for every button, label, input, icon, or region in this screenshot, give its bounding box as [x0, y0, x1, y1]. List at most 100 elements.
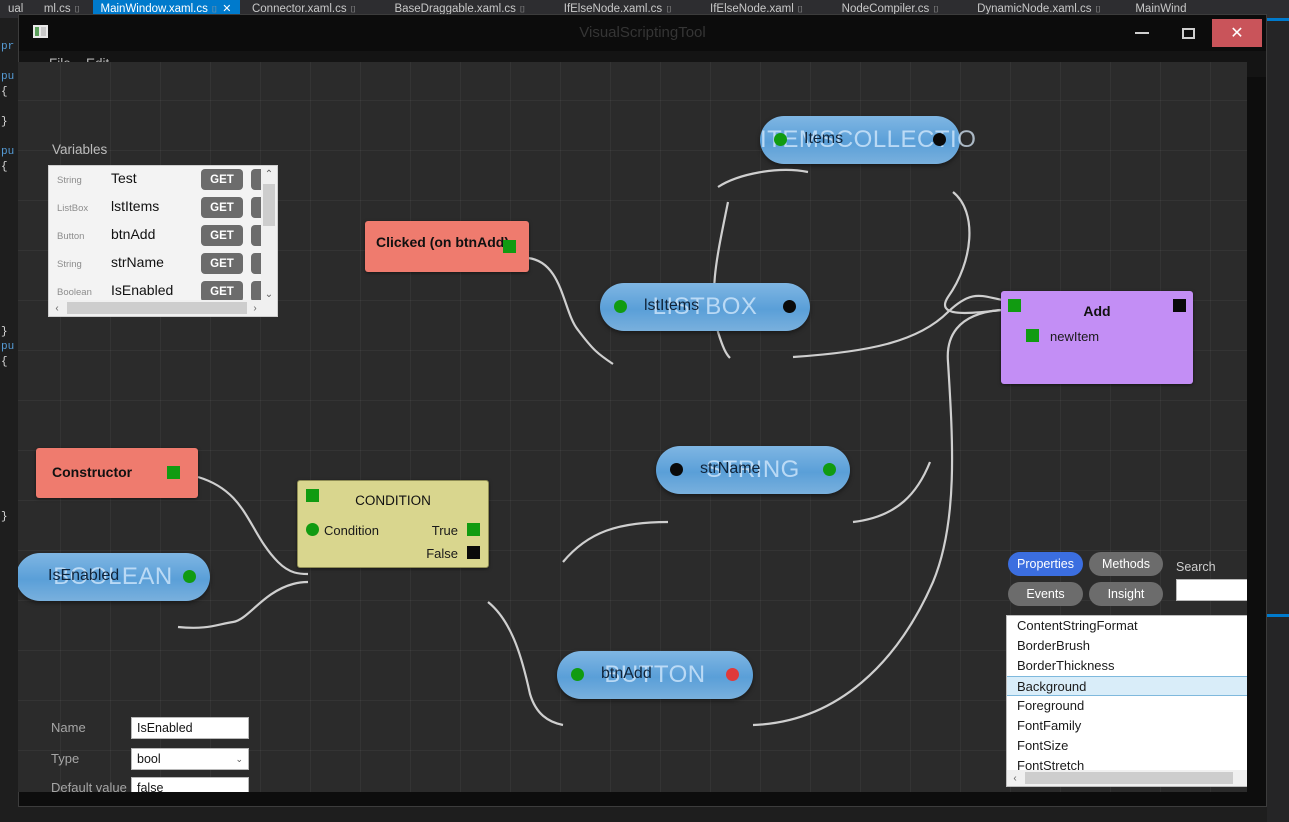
scrollbar-thumb[interactable]	[1025, 772, 1233, 784]
minimize-button[interactable]	[1119, 19, 1165, 47]
default-value-input[interactable]	[131, 777, 249, 792]
variable-row[interactable]: Button btnAdd GET SET	[49, 222, 277, 250]
pin-icon[interactable]: ⌷	[1095, 4, 1100, 14]
input-port[interactable]	[614, 300, 627, 313]
pin-icon[interactable]: ⌷	[798, 4, 803, 14]
node-graph-canvas[interactable]: Variables String Test GET SET ListBox ls…	[18, 62, 1247, 792]
input-port[interactable]	[774, 133, 787, 146]
tab-events[interactable]: Events	[1008, 582, 1083, 606]
property-list-item[interactable]: FontFamily	[1007, 716, 1247, 736]
property-list-item[interactable]: Foreground	[1007, 696, 1247, 716]
wire-strname-out	[852, 461, 932, 524]
properties-horizontal-scrollbar[interactable]: ‹ ›	[1007, 770, 1247, 786]
variable-type: String	[57, 175, 82, 186]
node-title: Constructor	[52, 464, 133, 480]
wire-items-to-add	[944, 191, 1004, 315]
variable-name: btnAdd	[111, 226, 156, 242]
type-select-value: bool	[137, 752, 161, 766]
node-variable-btnadd[interactable]: BUTTON btnAdd	[557, 651, 753, 699]
wire-items-top	[717, 168, 809, 188]
property-list-item[interactable]: ContentStringFormat	[1007, 616, 1247, 636]
type-select[interactable]: bool ⌄	[131, 748, 249, 770]
name-input[interactable]	[131, 717, 249, 739]
wire-btnadd-to-add	[752, 308, 1001, 727]
tab-insight[interactable]: Insight	[1089, 582, 1163, 606]
node-variable-strname[interactable]: STRING strName	[656, 446, 850, 494]
variable-row[interactable]: ListBox lstItems GET SET	[49, 194, 277, 222]
variable-get-button[interactable]: GET	[201, 225, 243, 246]
property-list-item[interactable]: BorderBrush	[1007, 636, 1247, 656]
editor-scroll-strip[interactable]	[1267, 18, 1289, 822]
variable-name: strName	[111, 254, 164, 270]
wire-lstitems-to-add	[792, 294, 1004, 359]
input-port[interactable]	[670, 463, 683, 476]
search-input[interactable]	[1176, 579, 1247, 601]
input-port[interactable]	[571, 668, 584, 681]
properties-list[interactable]: ContentStringFormat BorderBrush BorderTh…	[1006, 615, 1247, 787]
pin-icon[interactable]: ⌷	[666, 4, 671, 14]
output-port[interactable]	[183, 570, 196, 583]
variables-list-panel[interactable]: String Test GET SET ListBox lstItems GET…	[48, 165, 278, 317]
node-variable-items[interactable]: ITEMSCOLLECTIO Items	[760, 116, 977, 164]
node-input-label: Condition	[324, 523, 379, 538]
variable-get-button[interactable]: GET	[201, 197, 243, 218]
node-type-label: BUTTON	[604, 661, 706, 688]
variables-vertical-scrollbar[interactable]: ⌃ ⌄	[261, 166, 277, 302]
node-add-method[interactable]: Add newItem	[1001, 291, 1193, 384]
variable-get-button[interactable]: GET	[201, 281, 243, 302]
param-input-port[interactable]	[1026, 329, 1039, 342]
tab-properties[interactable]: Properties	[1008, 552, 1083, 576]
node-variable-name: strName	[700, 460, 761, 477]
variables-panel-title: Variables	[52, 142, 108, 157]
scroll-marker	[1267, 614, 1289, 617]
scroll-up-icon[interactable]: ⌃	[261, 166, 277, 182]
exec-output-port[interactable]	[503, 240, 516, 253]
node-constructor[interactable]: Constructor	[36, 448, 198, 498]
node-condition[interactable]: CONDITION Condition True False	[297, 480, 489, 568]
node-clicked-event[interactable]: Clicked (on btnAdd)	[365, 221, 529, 272]
output-port[interactable]	[783, 300, 796, 313]
variable-get-button[interactable]: GET	[201, 253, 243, 274]
output-port[interactable]	[823, 463, 836, 476]
node-variable-isenabled[interactable]: BOOLEAN IsEnabled	[18, 553, 210, 601]
pin-icon[interactable]: ⌷	[75, 4, 80, 14]
node-title: Clicked (on btnAdd)	[376, 234, 509, 250]
node-type-label: ITEMSCOLLECTIO	[760, 126, 977, 153]
variable-type: ListBox	[57, 203, 89, 214]
true-output-port[interactable]	[467, 523, 480, 536]
maximize-button[interactable]	[1165, 19, 1211, 47]
scrollbar-thumb[interactable]	[263, 184, 275, 226]
search-label: Search	[1176, 560, 1216, 574]
property-list-item[interactable]: BorderThickness	[1007, 656, 1247, 676]
tab-methods[interactable]: Methods	[1089, 552, 1163, 576]
minimize-icon	[1135, 32, 1149, 34]
output-port[interactable]	[933, 133, 946, 146]
close-button[interactable]: ✕	[1212, 19, 1262, 47]
scrollbar-thumb[interactable]	[67, 302, 247, 314]
scroll-right-icon[interactable]: ›	[247, 300, 263, 316]
pin-icon[interactable]: ⌷	[212, 4, 217, 14]
false-output-port[interactable]	[467, 546, 480, 559]
property-list-item-selected[interactable]: Background	[1007, 676, 1247, 696]
property-list-item[interactable]: FontSize	[1007, 736, 1247, 756]
variable-name: Test	[111, 170, 137, 186]
pin-icon[interactable]: ⌷	[933, 4, 938, 14]
variable-row[interactable]: String Test GET SET	[49, 166, 277, 194]
node-title: Add	[1083, 303, 1111, 319]
condition-input-port[interactable]	[306, 523, 319, 536]
pin-icon[interactable]: ⌷	[520, 4, 525, 14]
maximize-icon	[1181, 27, 1195, 39]
variables-horizontal-scrollbar[interactable]: ‹ ›	[49, 300, 277, 316]
title-bar[interactable]: VisualScriptingTool ✕	[19, 15, 1266, 51]
exec-output-port[interactable]	[167, 466, 180, 479]
variable-get-button[interactable]: GET	[201, 169, 243, 190]
node-variable-lstitems[interactable]: LISTBOX lstItems	[600, 283, 810, 331]
node-title: CONDITION	[355, 493, 431, 508]
scroll-left-icon[interactable]: ‹	[1007, 770, 1023, 786]
variable-row[interactable]: String strName GET SET	[49, 250, 277, 278]
scroll-left-icon[interactable]: ‹	[49, 300, 65, 316]
node-true-label: True	[431, 523, 458, 538]
node-param-label: newItem	[1050, 329, 1100, 344]
pin-icon[interactable]: ⌷	[351, 4, 356, 14]
output-port[interactable]	[726, 668, 739, 681]
